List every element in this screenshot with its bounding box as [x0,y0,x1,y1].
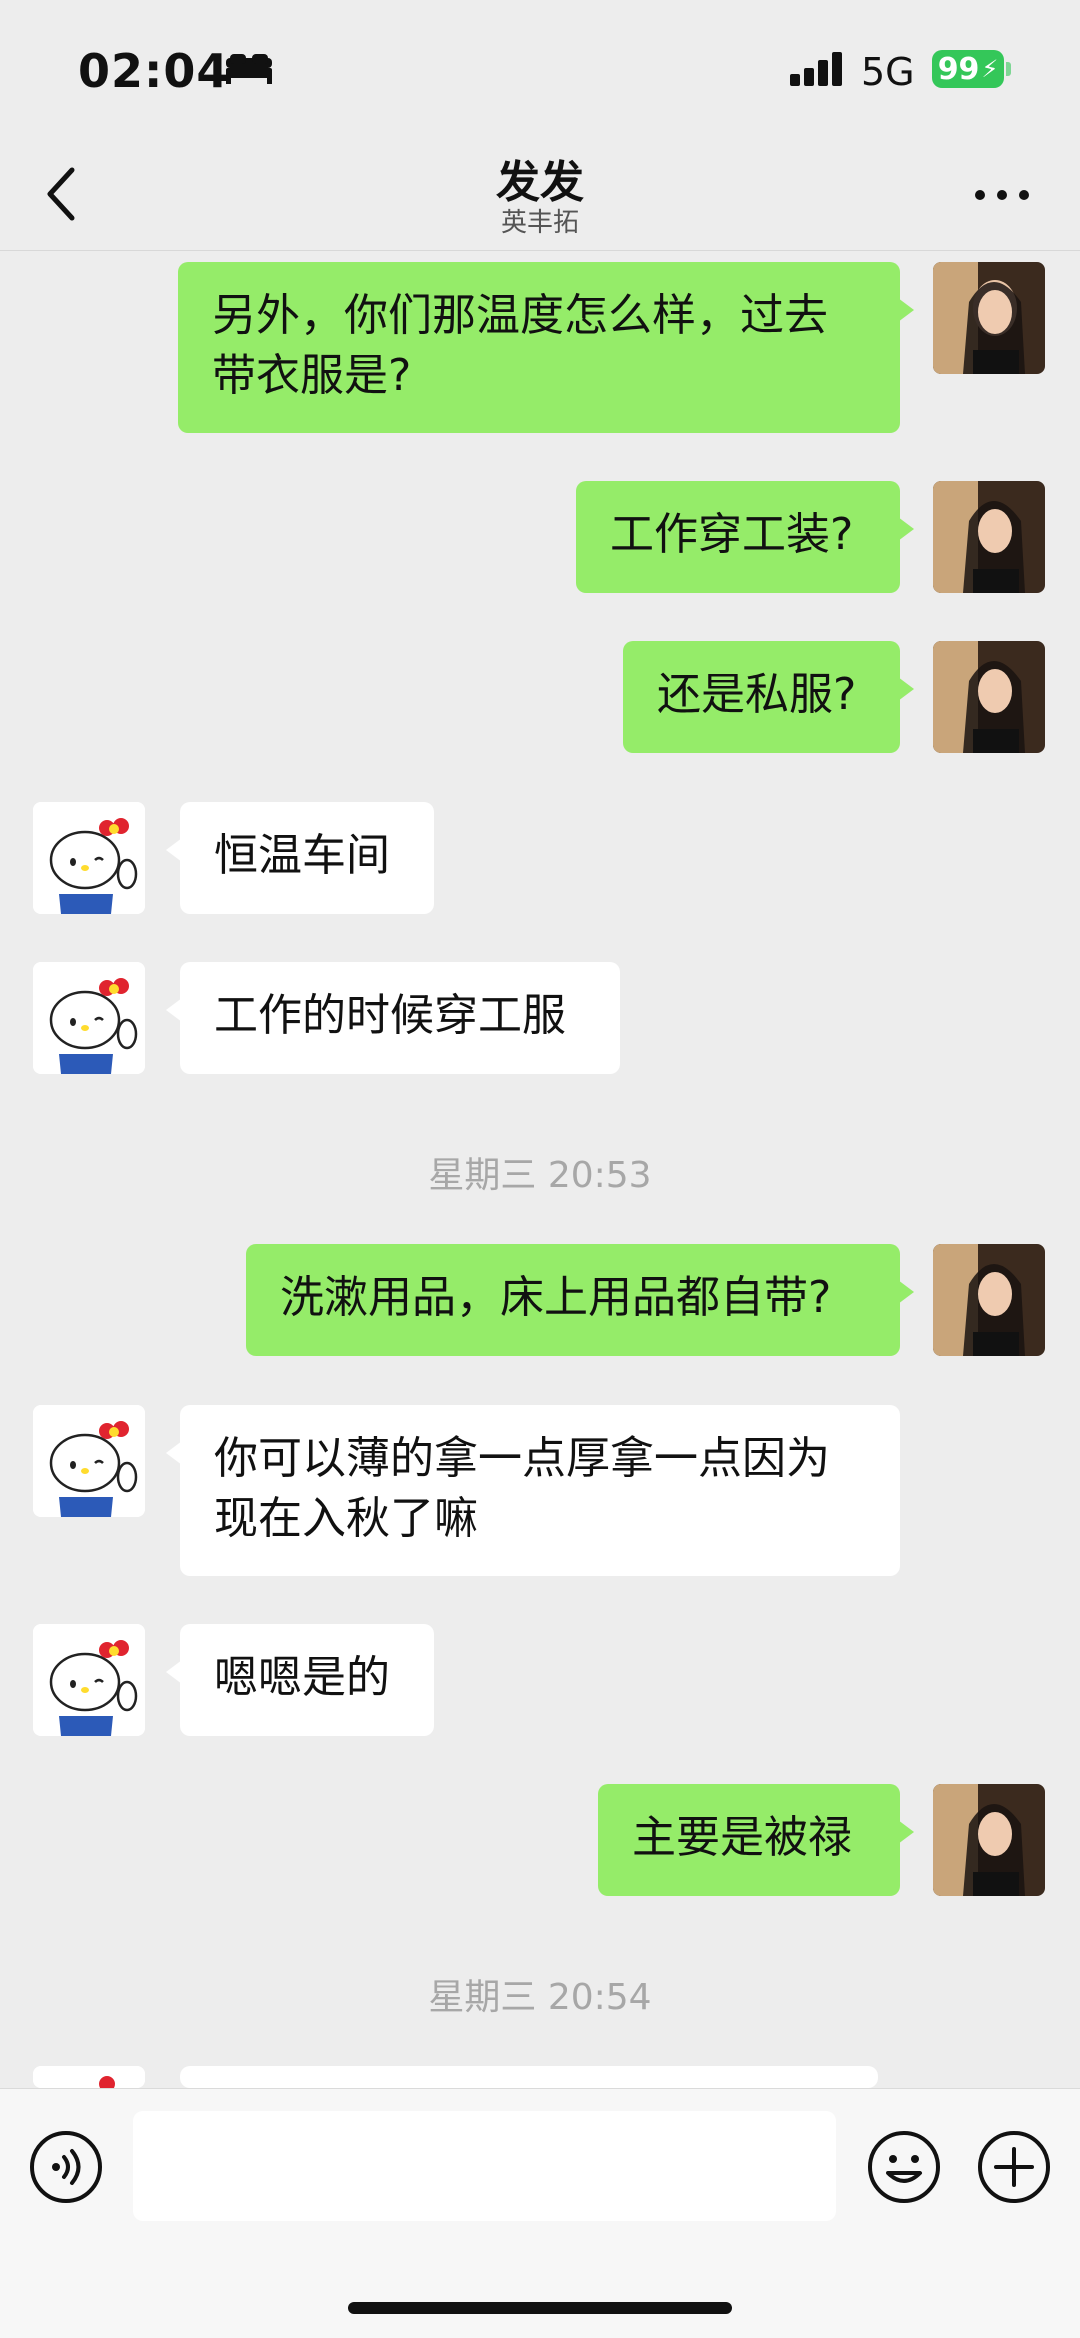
charging-icon: ⚡ [981,55,999,83]
message-bubble-received[interactable]: 工作的时候穿工服 [166,962,620,1074]
emoji-icon[interactable] [866,2129,942,2205]
network-type: 5G [861,50,915,94]
battery-level: 99 [937,51,980,87]
signal-icon [790,52,842,86]
message-bubble-sent[interactable]: 洗漱用品，床上用品都自带? [246,1244,914,1356]
message-bubble-received[interactable]: 恒温车间 [166,802,434,914]
message-bubble-sent[interactable]: 还是私服? [623,641,914,753]
avatar-contact[interactable] [33,1624,145,1736]
avatar-me[interactable] [933,481,1045,593]
plus-icon[interactable] [976,2129,1052,2205]
chat-subtitle: 英丰拓 [500,208,579,238]
chat-title: 发发 [496,157,584,208]
avatar-contact[interactable] [33,2066,145,2088]
battery-indicator: 99 ⚡ [932,50,1004,88]
message-input[interactable] [133,2111,836,2221]
message-bubble-sent[interactable]: 工作穿工装? [576,481,914,593]
battery-cap [1006,62,1011,76]
status-bar: 02:04 5G 99 ⚡ [0,0,1080,140]
message-bubble-received[interactable]: 你可以薄的拿一点厚拿一点因为 现在入秋了嘛 [166,1405,900,1576]
message-timestamp: 星期三 20:53 [428,1155,652,1196]
avatar-contact[interactable] [33,1405,145,1517]
status-time: 02:04 [78,44,230,98]
avatar-me[interactable] [933,1244,1045,1356]
message-timestamp: 星期三 20:54 [428,1977,652,2018]
avatar-contact[interactable] [33,962,145,1074]
avatar-me[interactable] [933,641,1045,753]
avatar-me[interactable] [933,262,1045,374]
more-icon[interactable] [972,186,1032,204]
message-bubble-received[interactable] [166,2066,878,2126]
chat-header: 发发 英丰拓 [0,140,1080,251]
avatar-contact[interactable] [33,802,145,914]
message-bubble-sent[interactable]: 另外，你们那温度怎么样，过去 带衣服是? [178,262,914,433]
avatar-me[interactable] [933,1784,1045,1896]
voice-icon[interactable] [28,2129,104,2205]
input-bar [0,2088,1080,2338]
bed-icon [226,54,272,84]
message-bubble-sent[interactable]: 主要是被禄 [598,1784,914,1896]
message-bubble-received[interactable]: 嗯嗯是的 [166,1624,434,1736]
home-indicator [348,2302,732,2314]
